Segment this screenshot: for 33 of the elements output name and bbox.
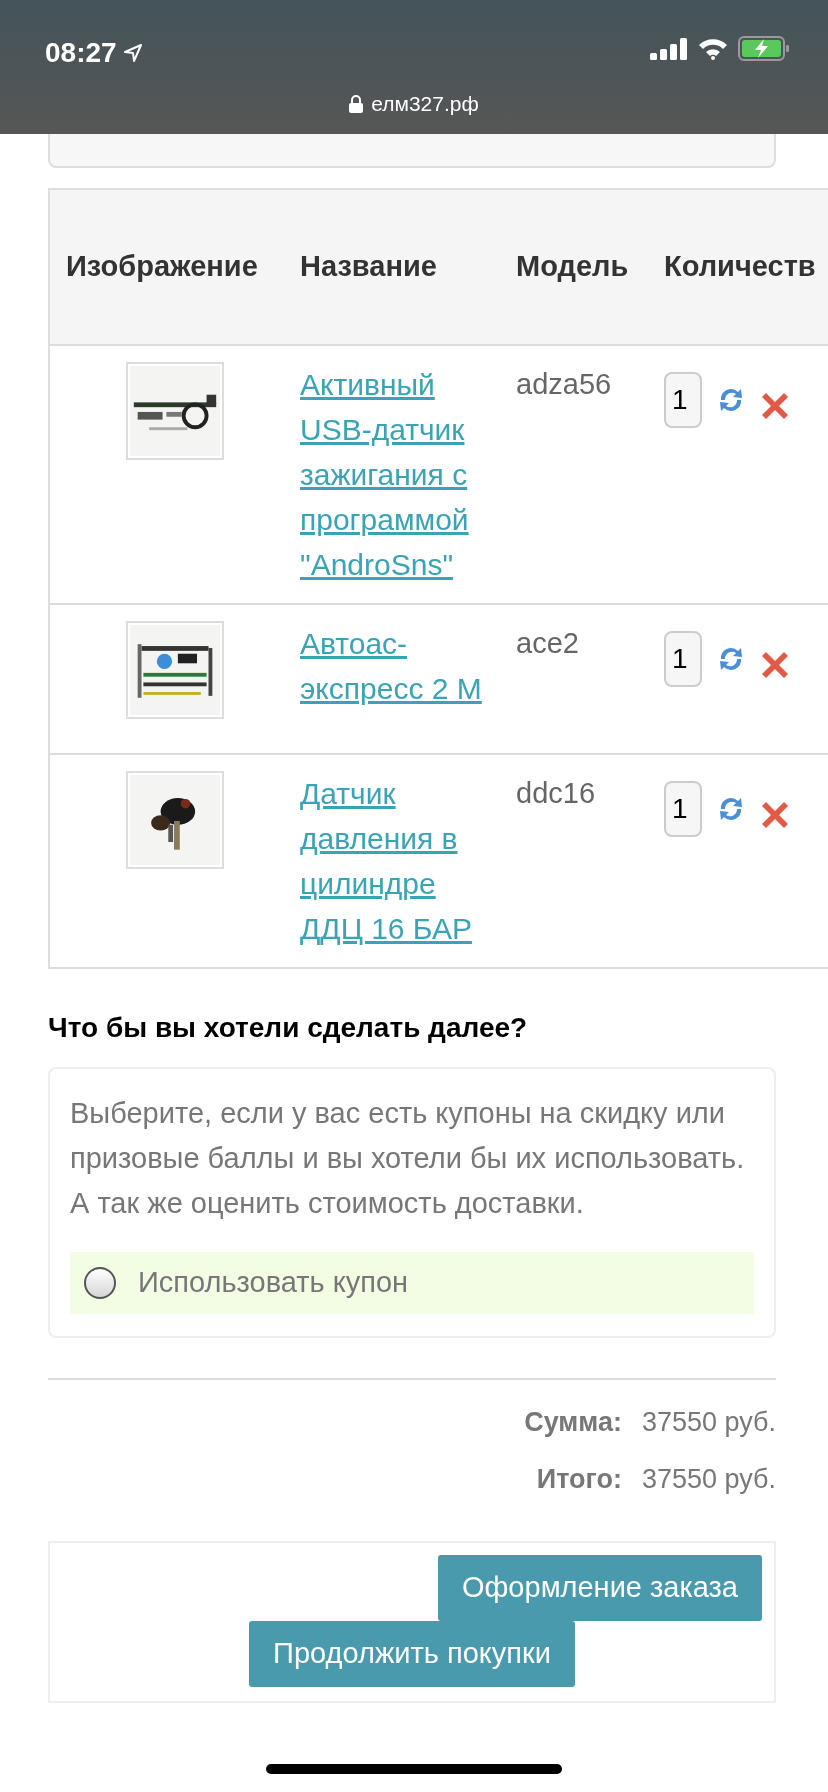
total-value: 37550 руб. bbox=[641, 1406, 776, 1439]
quantity-field[interactable]: 1 bbox=[664, 631, 702, 687]
battery-charging-icon bbox=[738, 36, 790, 61]
total-value: 37550 руб. bbox=[641, 1462, 776, 1496]
description-text: Выберите, если у вас есть купоны на скидку или призовые баллы и вы хотели бы их использовать. А так же оценить стоимость доставки. bbox=[70, 1096, 746, 1221]
delete-icon[interactable] bbox=[760, 650, 790, 680]
table-cell: ddc16 bbox=[516, 777, 595, 809]
radio-button[interactable] bbox=[84, 1267, 116, 1299]
column-header: Количеств bbox=[664, 250, 816, 283]
total-label: Итого: bbox=[536, 1462, 622, 1496]
coupon-option[interactable]: Использовать купон bbox=[70, 1252, 754, 1314]
continue-shopping-button[interactable]: Продолжить покупки bbox=[249, 1621, 575, 1687]
checkout-button[interactable]: Оформление заказа bbox=[437, 1555, 762, 1621]
product-link[interactable]: Активный USB-датчик зажигания с программой "AndroSns" bbox=[300, 362, 494, 587]
location-arrow-icon bbox=[122, 43, 143, 63]
delete-icon[interactable] bbox=[760, 800, 790, 830]
quantity-field[interactable]: 1 bbox=[664, 372, 702, 428]
column-header: Изображение bbox=[66, 250, 258, 283]
lock-icon bbox=[349, 94, 364, 113]
clock-time: 08:27 bbox=[45, 36, 117, 70]
url-text[interactable]: елм327.рф bbox=[371, 88, 479, 120]
total-label: Сумма: bbox=[524, 1406, 622, 1439]
column-header: Модель bbox=[516, 250, 629, 283]
signal-icon bbox=[650, 38, 687, 60]
table-cell: ace2 bbox=[516, 627, 579, 659]
wifi-icon bbox=[698, 37, 728, 60]
column-header: Название bbox=[300, 250, 437, 283]
product-link[interactable]: Автоас-экспресс 2 М bbox=[300, 621, 494, 711]
section-heading: Что бы вы хотели сделать далее? bbox=[48, 1011, 529, 1045]
table-cell: adza56 bbox=[516, 368, 612, 400]
delete-icon[interactable] bbox=[760, 391, 790, 421]
quantity-field[interactable]: 1 bbox=[664, 781, 702, 837]
product-link[interactable]: Датчик давления в цилиндре ДДЦ 16 БАР bbox=[300, 771, 494, 951]
